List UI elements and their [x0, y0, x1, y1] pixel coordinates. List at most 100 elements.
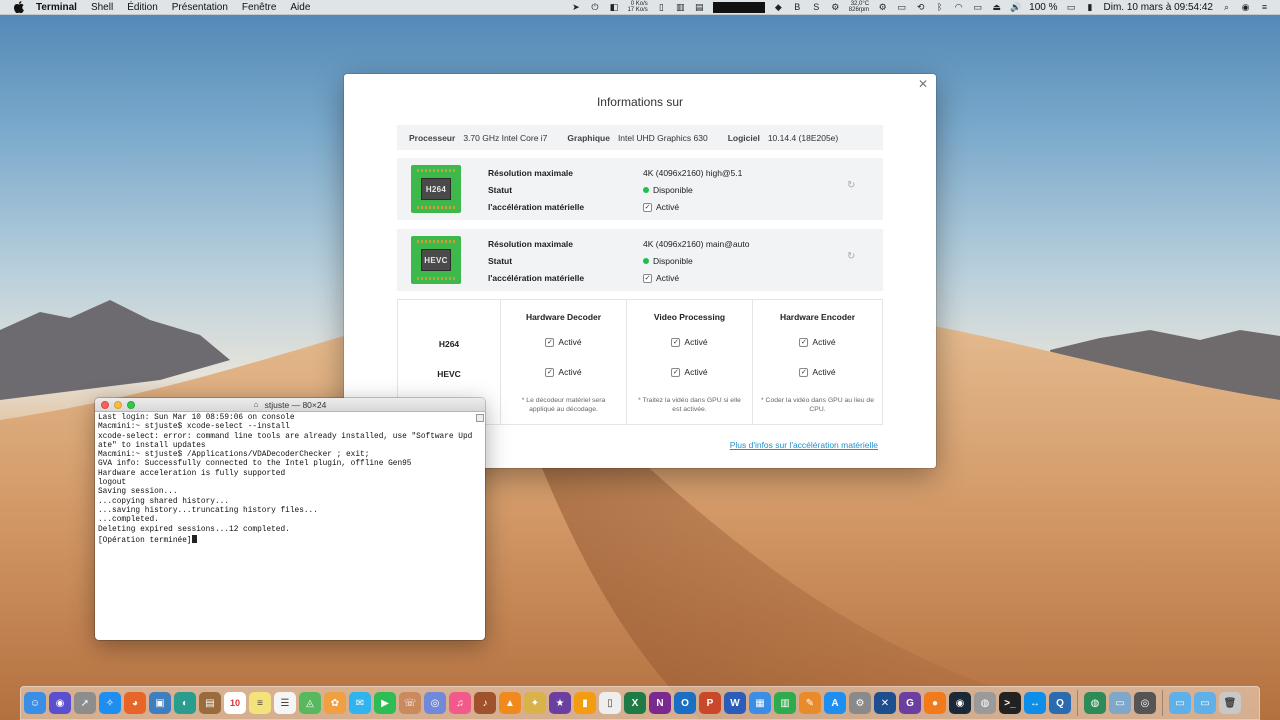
battery-icon[interactable]: ▭	[1066, 2, 1077, 13]
facetime-icon[interactable]: ▶	[374, 692, 396, 714]
cog-icon[interactable]: ⚙	[877, 2, 888, 13]
menu-app-terminal[interactable]: Terminal	[36, 2, 77, 13]
preview-icon[interactable]: ▣	[149, 692, 171, 714]
minimize-button[interactable]	[114, 401, 122, 409]
memory-meter-icon[interactable]: ▤	[694, 2, 705, 13]
itunes-icon[interactable]: ♫	[449, 692, 471, 714]
documents-folder-icon[interactable]: ▭	[1194, 692, 1216, 714]
xcode-icon[interactable]: ✕	[874, 692, 896, 714]
trash-icon[interactable]: 🗑	[1219, 692, 1241, 714]
menu-edition[interactable]: Édition	[127, 2, 158, 13]
zoom-button[interactable]	[127, 401, 135, 409]
display-icon[interactable]: ▭	[896, 2, 907, 13]
checkbox-icon[interactable]: ✓	[545, 367, 555, 377]
terminal-scroll-indicator[interactable]	[476, 414, 484, 422]
airplay-icon[interactable]: ▭	[972, 2, 983, 13]
discord-icon[interactable]: ◎	[424, 692, 446, 714]
firefox-icon[interactable]: ◕	[124, 692, 146, 714]
globe-icon[interactable]: ◍	[1084, 692, 1106, 714]
onenote-icon[interactable]: N	[649, 692, 671, 714]
numbers-icon[interactable]: ▥	[774, 692, 796, 714]
excel-icon[interactable]: X	[624, 692, 646, 714]
keynote-icon[interactable]: ▦	[749, 692, 771, 714]
bitwarden-icon[interactable]: B	[792, 2, 803, 13]
maps-icon[interactable]: ◬	[299, 692, 321, 714]
checkbox-icon[interactable]: ✓	[643, 273, 652, 283]
guitar-icon[interactable]: ♪	[474, 692, 496, 714]
time-machine-icon[interactable]: ⟲	[915, 2, 926, 13]
app-status-icon[interactable]: ◧	[608, 2, 619, 13]
messages-icon[interactable]: ✉	[349, 692, 371, 714]
checkbox-icon[interactable]: ✓	[671, 337, 681, 347]
eject-icon[interactable]: ⏏	[991, 2, 1002, 13]
refresh-icon[interactable]: ↻	[847, 252, 857, 262]
safari-icon[interactable]: ✧	[99, 692, 121, 714]
menu-shell[interactable]: Shell	[91, 2, 113, 13]
vlc-icon[interactable]: ▲	[499, 692, 521, 714]
network-speed[interactable]: 0 Ko/s 17 Ko/s	[627, 1, 647, 13]
checkbox-icon[interactable]: ✓	[545, 337, 555, 347]
checkbox-icon[interactable]: ✓	[799, 367, 809, 377]
power-icon[interactable]: ⏻	[589, 2, 600, 13]
pages-icon[interactable]: ▯	[599, 692, 621, 714]
skype-icon[interactable]: S	[811, 2, 822, 13]
terminal-output[interactable]: Last login: Sun Mar 10 08:59:06 on conso…	[95, 412, 485, 640]
finder-icon[interactable]: ☺	[24, 692, 46, 714]
apple-menu-icon[interactable]	[13, 1, 25, 13]
launchpad-icon[interactable]: ➚	[74, 692, 96, 714]
imovie-icon[interactable]: ★	[549, 692, 571, 714]
siri-icon[interactable]: ◉	[49, 692, 71, 714]
film-icon[interactable]: ◎	[1134, 692, 1156, 714]
checkbox-icon[interactable]: ✓	[671, 367, 681, 377]
wifi-icon[interactable]: ◠	[953, 2, 964, 13]
calendar-icon[interactable]: 10	[224, 692, 246, 714]
disk-utility-icon[interactable]: ◍	[974, 692, 996, 714]
sensors-readout[interactable]: 32,0°C 826rpm	[849, 1, 869, 13]
more-info-link[interactable]: Plus d'infos sur l'accélération matériel…	[730, 440, 878, 450]
notes-brown-icon[interactable]: ▤	[199, 692, 221, 714]
menu-clock[interactable]: Dim. 10 mars à 09:54:42	[1104, 2, 1214, 13]
phone-icon[interactable]: ▯	[656, 2, 667, 13]
prefs-icon[interactable]: ⚙	[849, 692, 871, 714]
menu-presentation[interactable]: Présentation	[172, 2, 228, 13]
volume-icon[interactable]: 🔊	[1010, 2, 1021, 13]
notification-center-icon[interactable]: ≡	[1259, 2, 1270, 13]
bluetooth-icon[interactable]: ᛒ	[934, 2, 945, 13]
menu-aide[interactable]: Aide	[290, 2, 310, 13]
battery-percent[interactable]: 100 %	[1029, 2, 1057, 13]
books-icon[interactable]: ▮	[574, 692, 596, 714]
gog-icon[interactable]: G	[899, 692, 921, 714]
dropbox-icon[interactable]: ◆	[773, 2, 784, 13]
word-icon[interactable]: W	[724, 692, 746, 714]
menu-fenetre[interactable]: Fenêtre	[242, 2, 276, 13]
quicktime-icon[interactable]: Q	[1049, 692, 1071, 714]
steam-icon[interactable]: ◉	[949, 692, 971, 714]
terminal-window[interactable]: ⌂ stjuste — 80×24 Last login: Sun Mar 10…	[95, 398, 485, 640]
close-icon[interactable]: ✕	[917, 78, 929, 90]
reminders-icon[interactable]: ☰	[274, 692, 296, 714]
photo-icon[interactable]: ◐	[174, 692, 196, 714]
teamviewer-icon[interactable]: ↔	[1024, 692, 1046, 714]
contacts-icon[interactable]: ☏	[399, 692, 421, 714]
checkbox-icon[interactable]: ✓	[799, 337, 809, 347]
pages-doc-icon[interactable]: ✎	[799, 692, 821, 714]
close-button[interactable]	[101, 401, 109, 409]
powerpoint-icon[interactable]: P	[699, 692, 721, 714]
downloads-folder-icon[interactable]: ▭	[1169, 692, 1191, 714]
refresh-icon[interactable]: ↻	[847, 181, 857, 191]
notes-icon[interactable]: ≡	[249, 692, 271, 714]
location-arrow-icon[interactable]: ➤	[570, 2, 581, 13]
appstore-icon[interactable]: A	[824, 692, 846, 714]
cpu-meter-icon[interactable]: ▥	[675, 2, 686, 13]
photos-icon[interactable]: ✿	[324, 692, 346, 714]
siri-menu-icon[interactable]: ◉	[1240, 2, 1251, 13]
outlook-icon[interactable]: O	[674, 692, 696, 714]
spotlight-search-icon[interactable]: ⌕	[1221, 2, 1232, 13]
pineapple-icon[interactable]: ✦	[524, 692, 546, 714]
input-source-flag-icon[interactable]: ▮	[1085, 2, 1096, 13]
checkbox-icon[interactable]: ✓	[643, 202, 652, 212]
terminal-titlebar[interactable]: ⌂ stjuste — 80×24	[95, 398, 485, 412]
sync-icon[interactable]: ⚙	[830, 2, 841, 13]
folder-app-icon[interactable]: ▭	[1109, 692, 1131, 714]
terminal-icon[interactable]: >_	[999, 692, 1021, 714]
